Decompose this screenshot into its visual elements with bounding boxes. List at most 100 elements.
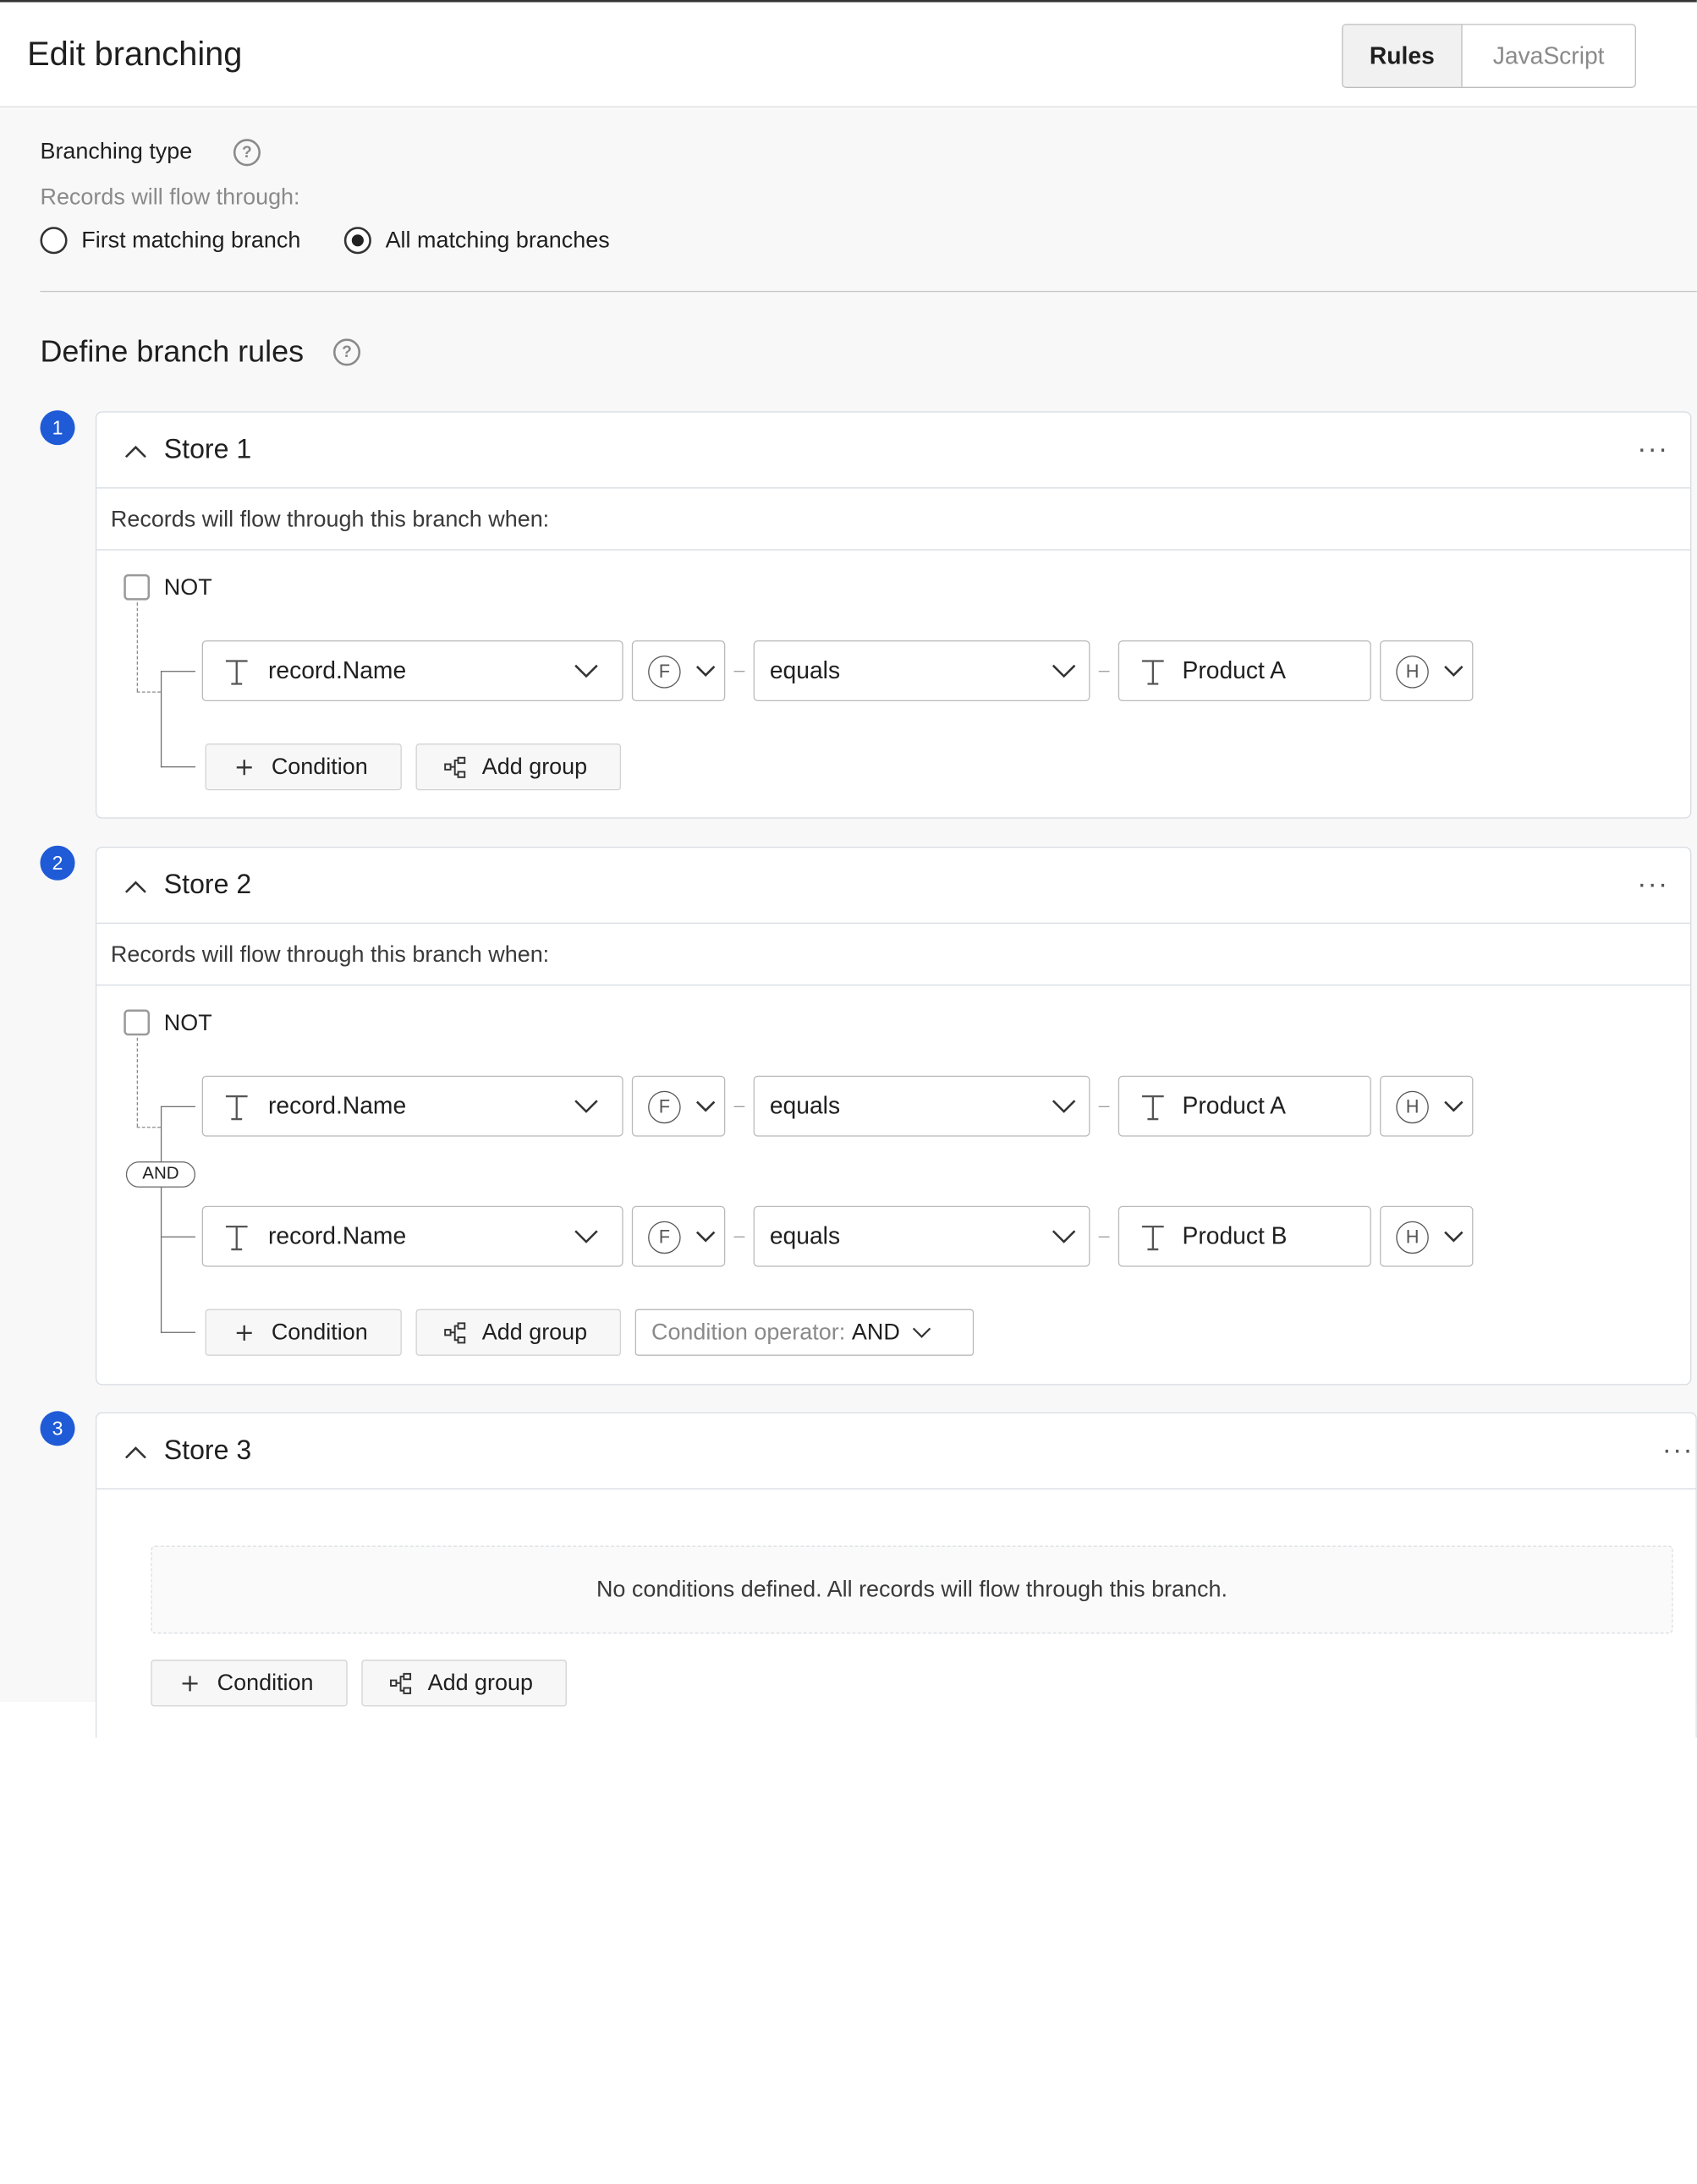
add-group-icon [444, 1321, 466, 1343]
connector [136, 602, 138, 692]
add-condition-button[interactable]: Condition [205, 1309, 402, 1356]
help-icon[interactable]: ? [233, 139, 261, 167]
branch-title: Store 3 [163, 1435, 252, 1466]
text-type-icon [225, 660, 248, 685]
help-icon[interactable]: ? [332, 338, 361, 366]
function-select[interactable]: F [631, 1205, 726, 1267]
add-group-button[interactable]: Add group [415, 744, 622, 791]
add-group-button[interactable]: Add group [361, 1660, 567, 1707]
branch-title: Store 2 [163, 869, 252, 900]
field-select[interactable]: record.Name [201, 1075, 623, 1137]
chevron-down-icon [1444, 1231, 1464, 1243]
more-options-icon[interactable]: ··· [1662, 1433, 1694, 1467]
value-type-select[interactable]: H [1380, 1075, 1474, 1137]
more-options-icon[interactable]: ··· [1637, 432, 1668, 466]
connector [160, 1106, 162, 1333]
not-label: NOT [163, 575, 212, 601]
branch-description: Records will flow through this branch wh… [96, 488, 1691, 551]
text-type-icon [225, 1225, 248, 1251]
branch-number-3: 3 [40, 1411, 75, 1446]
connector [136, 691, 161, 693]
field-select[interactable]: record.Name [201, 1205, 623, 1267]
chevron-down-icon [574, 1230, 598, 1243]
rules-section-title: Define branch rules [40, 334, 305, 369]
add-group-icon [444, 756, 466, 778]
add-group-button[interactable]: Add group [415, 1309, 622, 1356]
function-icon: F [648, 656, 681, 689]
condition-operator-label: Condition operator: [651, 1319, 846, 1345]
divider [40, 290, 1697, 293]
not-checkbox[interactable] [124, 573, 151, 601]
operator-select[interactable]: equals [753, 1075, 1090, 1137]
value-type-select[interactable]: H [1380, 640, 1474, 702]
branching-type-label: Branching type [40, 139, 193, 164]
plus-icon [182, 1675, 198, 1691]
value-input-text: Product A [1182, 1091, 1286, 1120]
connector [160, 1331, 195, 1333]
value-input-text: Product A [1182, 656, 1286, 684]
condition-operator-select[interactable]: Condition operator: AND [634, 1309, 975, 1356]
chevron-down-icon [1444, 1100, 1464, 1112]
field-select-value: record.Name [267, 656, 407, 684]
add-condition-label: Condition [271, 1319, 368, 1345]
add-group-label: Add group [481, 754, 588, 779]
radio-first-matching[interactable] [40, 227, 68, 255]
field-select[interactable]: record.Name [201, 640, 623, 702]
separator [733, 1106, 745, 1107]
operator-select-value: equals [769, 656, 841, 684]
page-title: Edit branching [27, 35, 243, 73]
branch-number-1: 1 [40, 410, 75, 446]
chevron-up-icon[interactable] [123, 438, 149, 464]
function-select[interactable]: F [631, 640, 726, 702]
operator-select[interactable]: equals [753, 640, 1090, 702]
branch-header[interactable]: Store 1 ··· [96, 413, 1691, 489]
value-type-select[interactable]: H [1380, 1205, 1474, 1267]
add-condition-button[interactable]: Condition [151, 1660, 348, 1707]
chevron-down-icon [574, 1100, 598, 1113]
plus-icon [236, 759, 252, 775]
function-icon: F [648, 1090, 681, 1124]
chevron-up-icon[interactable] [123, 874, 149, 900]
add-group-label: Add group [481, 1319, 588, 1345]
tab-rules[interactable]: Rules [1343, 25, 1463, 87]
radio-label-all-matching: All matching branches [385, 228, 610, 254]
function-select[interactable]: F [631, 1075, 726, 1137]
chevron-down-icon [695, 666, 716, 678]
chevron-up-icon[interactable] [123, 1440, 149, 1466]
branch-description: Records will flow through this branch wh… [96, 924, 1691, 986]
branch-title: Store 1 [163, 434, 252, 465]
connector [136, 1127, 161, 1128]
branch-number-2: 2 [40, 845, 75, 881]
text-type-icon [225, 1095, 248, 1121]
hash-icon: H [1396, 656, 1429, 689]
tab-javascript[interactable]: JavaScript [1463, 25, 1635, 87]
branch-header[interactable]: Store 3 ··· [96, 1413, 1696, 1490]
and-joiner[interactable]: AND [125, 1161, 195, 1188]
add-condition-label: Condition [217, 1670, 314, 1695]
mode-toggle: Rules JavaScript [1342, 24, 1636, 88]
chevron-down-icon [1052, 1100, 1076, 1113]
branching-hint: Records will flow through: [40, 184, 300, 210]
add-condition-button[interactable]: Condition [205, 744, 402, 791]
add-group-label: Add group [427, 1670, 534, 1695]
value-input[interactable]: Product B [1118, 1205, 1371, 1267]
operator-select[interactable]: equals [753, 1205, 1090, 1267]
top-bar: Edit branching Rules JavaScript [0, 0, 1697, 108]
text-type-icon [1142, 660, 1164, 685]
more-options-icon[interactable]: ··· [1637, 867, 1668, 901]
radio-all-matching[interactable] [343, 227, 371, 255]
add-group-icon [390, 1672, 412, 1694]
value-input[interactable]: Product A [1118, 640, 1371, 702]
branch-header[interactable]: Store 2 ··· [96, 848, 1691, 925]
chevron-down-icon [695, 1100, 716, 1112]
connector [160, 671, 195, 672]
text-type-icon [1142, 1225, 1164, 1251]
connector [136, 1037, 138, 1128]
function-icon: F [648, 1221, 681, 1254]
not-checkbox[interactable] [124, 1009, 151, 1036]
value-input[interactable]: Product A [1118, 1075, 1371, 1137]
connector [160, 671, 162, 768]
field-select-value: record.Name [267, 1221, 407, 1250]
separator [1098, 1106, 1110, 1107]
plus-icon [236, 1325, 252, 1341]
